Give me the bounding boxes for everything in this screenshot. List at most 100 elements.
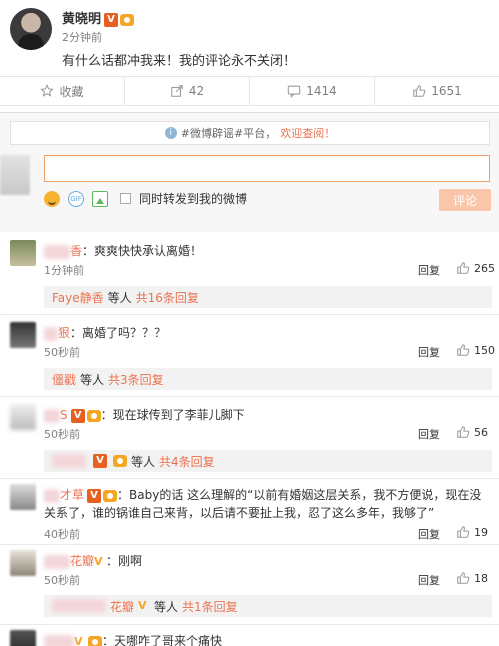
commenter-name[interactable]: 狠 [58,326,70,340]
reply-user-redacted[interactable] [52,454,86,468]
reply-user[interactable]: 僵戳 [52,371,76,388]
vip-crown-icon [113,455,127,467]
comment-like-button[interactable]: 19 [456,525,488,539]
forward-button[interactable]: 42 [125,77,250,105]
comment-button[interactable]: 1414 [250,77,375,105]
reply-user[interactable]: Faye静香 [52,289,104,306]
comment-line: V ：天哪咋了哥来个痛快 [44,632,222,646]
verified-badge-icon: V [104,12,119,27]
notice-link[interactable]: 欢迎查阅！ [280,125,335,141]
comment-text: ：现在球传到了李菲儿脚下 [100,408,245,422]
comment-like-count: 265 [474,261,495,275]
thumbs-up-icon [457,526,470,538]
comment-line: 狠：离婚了吗？？？ [44,324,166,341]
author-avatar[interactable] [10,8,52,50]
author-name-row: 黄晓明 V [62,8,135,27]
comment-like-button[interactable]: 265 [456,261,495,275]
reply-count-link[interactable]: 共1条回复 [182,598,238,615]
reply-count-link[interactable]: 共4条回复 [159,453,215,470]
reply-button[interactable]: 回复 [418,572,440,588]
action-bar: 收藏 42 1414 1651 [0,76,499,106]
star-icon [40,84,55,97]
divider [0,544,499,545]
comment-like-button[interactable]: 150 [456,343,495,357]
reply-button[interactable]: 回复 [418,344,440,360]
verified-badge-icon: V [70,408,85,423]
verified-gold-icon: V [138,599,147,612]
image-icon[interactable] [92,190,108,207]
commenter-avatar[interactable] [10,484,36,510]
post-text: 有什么话都冲我来！我的评论永不关闭！ [62,54,297,69]
reply-count-link[interactable]: 共3条回复 [108,371,164,388]
commenter-avatar[interactable] [10,404,36,430]
comment-time: 1分钟前 [44,264,84,277]
reply-summary[interactable]: Faye静香 等人 共16条回复 [44,286,492,308]
commenter-name-redacted[interactable] [44,326,58,341]
forward-checkbox-label[interactable]: 同时转发到我的微博 [139,190,247,207]
reply-suffix: 等人 [154,599,179,614]
info-icon: i [164,127,177,139]
reply-count-link[interactable]: 共16条回复 [136,289,199,306]
commenter-name-redacted[interactable] [44,634,74,646]
comment-like-count: 18 [474,571,488,585]
comment-like-button[interactable]: 56 [456,425,488,439]
vip-crown-icon [86,409,101,422]
comment-time: 50秒前 [44,346,80,359]
commenter-avatar[interactable] [10,550,36,576]
commenter-avatar[interactable] [10,630,36,646]
reply-summary[interactable]: V 等人 共4条回复 [44,450,492,472]
forward-count: 42 [188,84,205,98]
reply-user-redacted[interactable] [52,599,106,613]
divider [0,478,499,479]
reply-button[interactable]: 回复 [418,426,440,442]
vip-crown-icon [88,635,102,646]
reply-user[interactable]: 花瓣 [110,598,134,615]
comment-text: ：离婚了吗？？？ [70,326,167,340]
commenter-name[interactable]: 香 [70,244,82,258]
commenter-name-redacted[interactable] [44,488,60,503]
forward-checkbox[interactable] [120,193,131,204]
comment-count: 1414 [306,84,337,98]
commenter-name-redacted[interactable] [44,408,60,423]
comment-input[interactable] [44,155,490,182]
thumbs-up-icon [413,85,426,97]
commenter-name-redacted[interactable] [44,244,70,259]
emoji-icon[interactable] [44,190,60,207]
vip-crown-icon [120,13,135,26]
commenter-avatar[interactable] [10,322,36,348]
reply-button[interactable]: 回复 [418,526,440,542]
thumbs-up-icon [457,572,470,584]
comment-line: 才草 V ：Baby的话 这么理解的“以前有婚姻这层关系，我不方便说，现在没关系了，… [44,486,492,522]
reply-suffix: 等人 [131,454,156,469]
favorite-label: 收藏 [59,84,84,99]
like-button[interactable]: 1651 [375,77,499,105]
comment-like-button[interactable]: 18 [456,571,488,585]
vip-crown-icon [103,489,118,502]
comment-time: 50秒前 [44,428,80,441]
rumor-notice[interactable]: i #微博辟谣#平台， 欢迎查阅！ [10,121,490,145]
commenter-name[interactable]: S [60,408,68,422]
comment-time: 50秒前 [44,574,80,587]
post-time[interactable]: 2分钟前 [62,29,102,45]
commenter-avatar[interactable] [10,240,36,266]
reply-suffix: 等人 [107,290,132,305]
comment-text: ：刚啊 [106,554,143,568]
reply-summary[interactable]: 僵戳 等人 共3条回复 [44,368,492,390]
reply-button[interactable]: 回复 [418,262,440,278]
verified-badge-icon: V [93,454,107,468]
commenter-name[interactable]: 才草 [60,488,84,502]
reply-summary[interactable]: 花瓣 V 等人 共1条回复 [44,595,492,617]
gif-icon[interactable]: GIF [68,190,84,207]
commenter-name[interactable]: 花瓣 [70,554,94,568]
divider [0,314,499,315]
thumbs-up-icon [457,344,470,356]
favorite-button[interactable]: 收藏 [0,77,125,105]
comment-like-count: 19 [474,525,488,539]
author-name[interactable]: 黄晓明 [62,12,101,27]
comment-like-count: 56 [474,425,488,439]
comment-text: ：爽爽快快承认离婚！ [82,244,203,258]
submit-comment-button[interactable]: 评论 [439,189,491,211]
comment-icon [288,85,301,98]
forward-icon [171,85,183,97]
commenter-name-redacted[interactable] [44,554,70,569]
